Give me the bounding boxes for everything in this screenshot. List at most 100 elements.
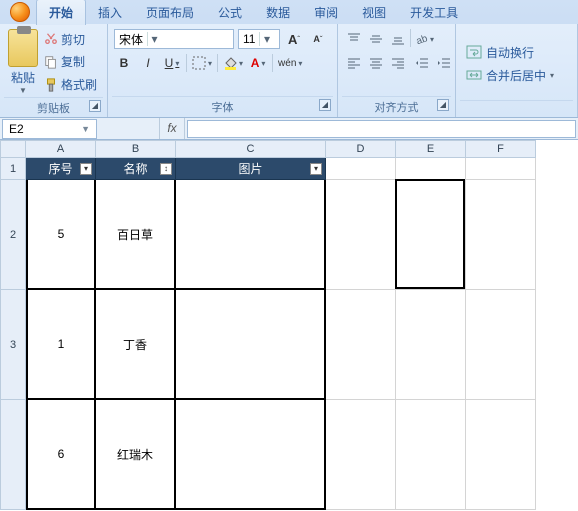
empty-cell[interactable] [466,400,536,510]
bold-button[interactable]: B [114,53,134,73]
empty-cell[interactable] [396,290,466,400]
scissors-icon [44,32,58,46]
filter-dropdown-icon[interactable]: ▾ [310,163,322,175]
col-header-D[interactable]: D [326,140,396,158]
copy-button[interactable]: 复制 [44,53,97,70]
empty-cell[interactable] [396,158,466,180]
fill-color-button[interactable]: ▾ [222,53,244,73]
col-header-C[interactable]: C [176,140,326,158]
bucket-icon [223,56,237,70]
shrink-font-button[interactable]: Aˇ [308,29,328,49]
col-header-B[interactable]: B [96,140,176,158]
align-middle-icon [369,32,383,46]
empty-cell[interactable] [396,180,466,290]
align-group-label-2 [460,100,573,117]
col-header-F[interactable]: F [466,140,536,158]
cut-button[interactable]: 剪切 [44,31,97,48]
data-cell[interactable]: 百日草 [96,180,176,290]
align-bottom-icon [391,32,405,46]
col-header-A[interactable]: A [26,140,96,158]
decrease-indent-button[interactable] [412,53,432,73]
font-color-button[interactable]: A▾ [248,53,268,73]
data-cell[interactable]: 1 [26,290,96,400]
border-icon [192,56,206,70]
data-cell[interactable] [176,180,326,290]
increase-indent-button[interactable] [434,53,454,73]
border-button[interactable]: ▾ [191,53,213,73]
row-header[interactable] [0,400,26,510]
empty-cell[interactable] [326,290,396,400]
clipboard-expand-icon[interactable]: ◢ [89,100,101,112]
office-button[interactable] [4,0,36,24]
align-center-button[interactable] [366,53,386,73]
paste-icon [8,29,38,67]
row-header[interactable]: 3 [0,290,26,400]
font-group-label: 字体 ◢ [112,96,333,117]
font-expand-icon[interactable]: ◢ [319,99,331,111]
ribbon-tabs: 开始 插入 页面布局 公式 数据 审阅 视图 开发工具 [0,0,578,24]
select-all-corner[interactable] [0,140,26,158]
table-header-cell[interactable]: 序号▾ [26,158,96,180]
chevron-down-icon: ▼ [81,124,90,134]
align-top-icon [347,32,361,46]
tab-formula[interactable]: 公式 [206,0,254,25]
tab-start[interactable]: 开始 [36,0,86,25]
col-header-E[interactable]: E [396,140,466,158]
table-header-cell[interactable]: 图片▾ [176,158,326,180]
paste-button[interactable]: 粘贴 ▼ [4,27,42,97]
empty-cell[interactable] [466,158,536,180]
align-center-icon [369,56,383,70]
tab-insert[interactable]: 插入 [86,0,134,25]
align-middle-button[interactable] [366,29,386,49]
font-name-combo[interactable]: 宋体▾ [114,29,234,49]
row-header[interactable]: 1 [0,158,26,180]
align-bottom-button[interactable] [388,29,408,49]
filter-dropdown-icon[interactable]: ▾ [80,163,92,175]
align-left-icon [347,56,361,70]
format-painter-button[interactable]: 格式刷 [44,76,97,93]
decrease-indent-icon [415,56,429,70]
paste-label: 粘贴 [11,69,35,86]
empty-cell[interactable] [466,290,536,400]
formula-input[interactable] [187,120,576,138]
brush-icon [44,78,58,92]
tab-layout[interactable]: 页面布局 [134,0,206,25]
filter-dropdown-icon[interactable]: ↕ [160,163,172,175]
align-group-label: 对齐方式 ◢ [342,96,451,117]
name-box[interactable]: E2 ▼ [2,119,97,139]
underline-button[interactable]: U▾ [162,53,182,73]
tab-dev[interactable]: 开发工具 [398,0,470,25]
align-left-button[interactable] [344,53,364,73]
tab-review[interactable]: 审阅 [302,0,350,25]
merge-icon [466,67,482,83]
empty-cell[interactable] [326,400,396,510]
align-right-button[interactable] [388,53,408,73]
data-cell[interactable]: 5 [26,180,96,290]
office-orb-icon [10,2,30,22]
italic-button[interactable]: I [138,53,158,73]
fx-icon[interactable]: fx [159,118,185,139]
tab-data[interactable]: 数据 [254,0,302,25]
align-expand-icon[interactable]: ◢ [437,99,449,111]
empty-cell[interactable] [326,158,396,180]
svg-text:ab: ab [415,33,428,46]
font-size-combo[interactable]: 11▾ [238,29,280,49]
data-cell[interactable] [176,400,326,510]
data-cell[interactable]: 6 [26,400,96,510]
clipboard-group-label: 剪贴板 ◢ [4,97,103,118]
merge-center-button[interactable]: 合并后居中 ▾ [466,67,567,84]
orientation-button[interactable]: ab▾ [413,29,435,49]
data-cell[interactable] [176,290,326,400]
tab-view[interactable]: 视图 [350,0,398,25]
grow-font-button[interactable]: Aˆ [284,29,304,49]
data-cell[interactable]: 红瑞木 [96,400,176,510]
align-top-button[interactable] [344,29,364,49]
wrap-text-button[interactable]: 自动换行 [466,44,567,61]
empty-cell[interactable] [466,180,536,290]
row-header[interactable]: 2 [0,180,26,290]
phonetic-button[interactable]: wén▾ [277,53,303,73]
data-cell[interactable]: 丁香 [96,290,176,400]
empty-cell[interactable] [396,400,466,510]
table-header-cell[interactable]: 名称↕ [96,158,176,180]
empty-cell[interactable] [326,180,396,290]
